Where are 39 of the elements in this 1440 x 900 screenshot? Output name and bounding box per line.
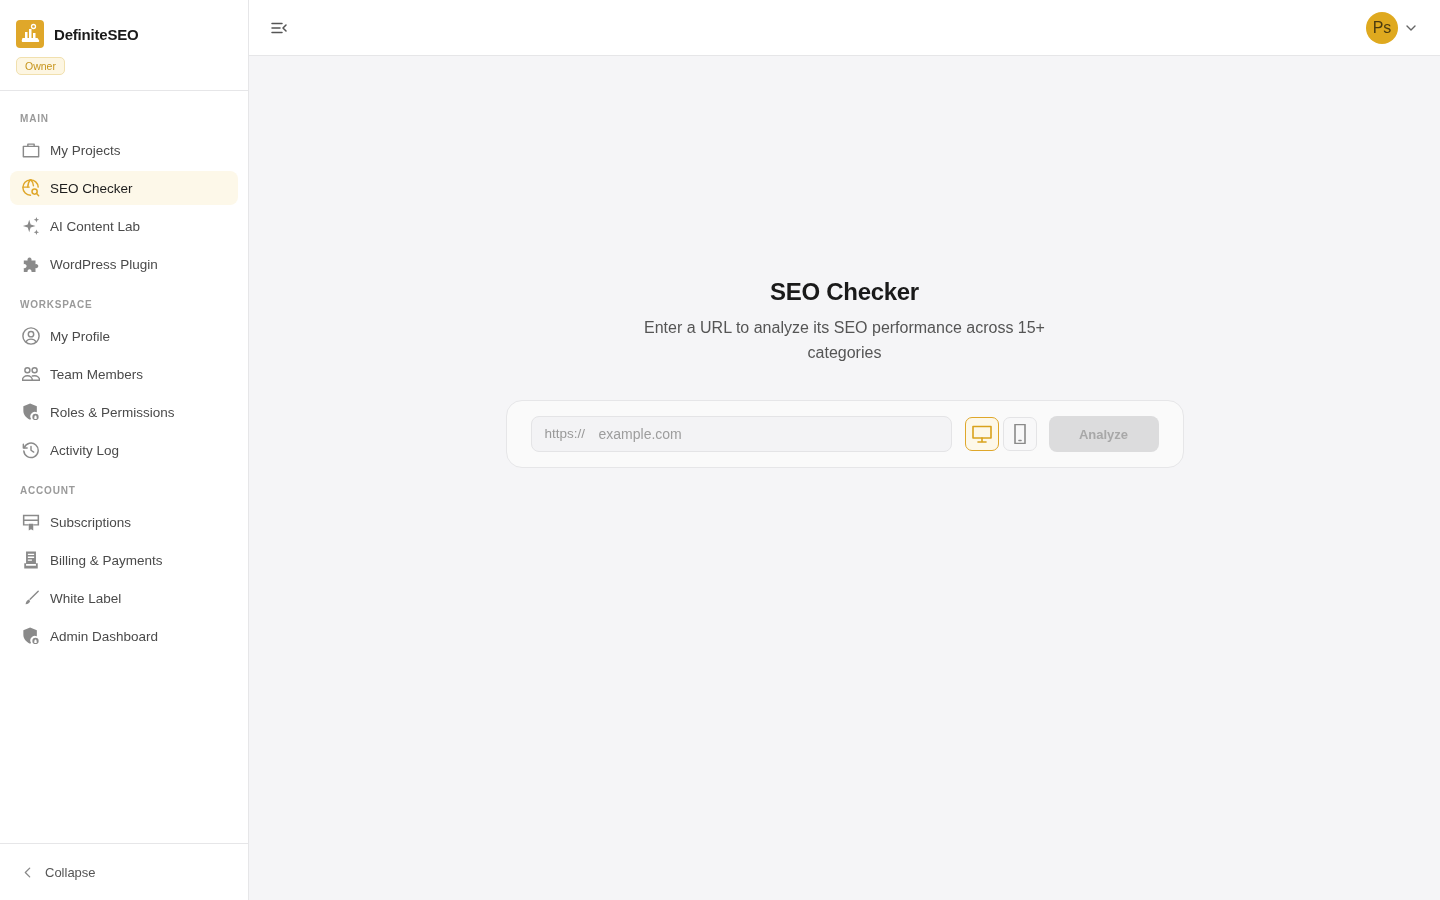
users-icon [22,365,40,383]
menu-collapse-icon [271,21,287,34]
shield-lock-icon [22,627,40,645]
briefcase-icon [22,141,40,159]
chevron-down-icon[interactable] [1406,24,1416,31]
sidebar-item[interactable]: Activity Log [10,433,238,467]
history-icon [22,441,40,459]
logo-icon [16,20,44,48]
receipt-icon [22,551,40,569]
section-heading: ACCOUNT [19,484,77,498]
sidebar-item[interactable]: AI Content Lab [10,209,238,243]
url-prefix: https:// [544,426,586,442]
sidebar-item[interactable]: Billing & Payments [10,543,238,577]
user-circle-icon [22,327,40,345]
user-avatar[interactable]: Ps [1366,11,1398,44]
sidebar-item[interactable]: Subscriptions [10,505,238,539]
globe-search-icon [22,179,40,197]
certificate-icon [22,513,40,531]
page-title: SEO Checker [770,277,919,307]
page-subtitle: Enter a URL to analyze its SEO performance across 15+ categories [643,318,1046,363]
sparkle-icon [22,217,40,235]
section-heading: MAIN [19,112,50,126]
collapse-button[interactable]: Collapse [12,858,108,886]
sidebar-item[interactable]: SEO Checker [10,171,238,205]
section-heading: WORKSPACE [19,298,94,312]
sidebar-item[interactable]: Admin Dashboard [10,619,238,653]
sidebar-item[interactable]: WordPress Plugin [10,247,238,281]
shield-lock-icon [22,403,40,421]
sidebar-item[interactable]: My Projects [10,133,238,167]
mobile-view-button[interactable] [1002,417,1037,451]
role-badge: Owner [16,57,65,75]
sidebar-item[interactable]: Team Members [10,357,238,391]
sidebar-item[interactable]: White Label [10,581,238,615]
sidebar-item[interactable]: Roles & Permissions [10,395,238,429]
chevron-left-icon [24,866,31,878]
puzzle-icon [22,255,40,273]
brand-name: DefiniteSEO [54,25,139,43]
monitor-icon [971,424,992,444]
sidebar-item[interactable]: My Profile [10,319,238,353]
